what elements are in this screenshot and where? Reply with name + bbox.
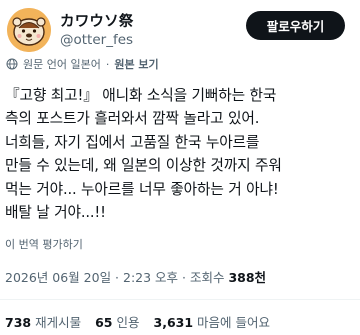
- follow-button[interactable]: 팔로우하기: [246, 11, 345, 40]
- post-text-line: 측의 포스트가 흘러와서 깜짝 놀라고 있어.: [5, 110, 260, 128]
- reposts-stat[interactable]: 738 재게시물: [5, 315, 81, 330]
- user-handle[interactable]: @otter_fes: [60, 32, 133, 48]
- display-name[interactable]: カワウソ祭: [60, 10, 134, 31]
- rate-translation-link[interactable]: 이 번역 평가하기: [5, 236, 83, 252]
- post-text-line: 『고향 최고!』 애니화 소식을 기뻐하는 한국: [5, 87, 277, 104]
- quotes-count: 65: [95, 315, 113, 330]
- divider: [0, 299, 360, 300]
- post-text: 『고향 최고!』 애니화 소식을 기뻐하는 한국 측의 포스트가 흘러와서 깜짝…: [5, 84, 357, 224]
- post-text-line: 먹는 거야... 누아르를 너무 좋아하는 거 아냐!: [5, 180, 279, 198]
- post-detail: カワウソ祭 @otter_fes 팔로우하기 원문 언어 일본어 · 원본 보기…: [0, 0, 360, 335]
- post-text-line: 배탈 날 거야...!!: [5, 204, 106, 222]
- original-language-label: 원문 언어 일본어: [23, 58, 101, 71]
- likes-count: 3,631: [153, 315, 194, 330]
- globe-icon: [6, 58, 18, 70]
- engagement-stats: 738 재게시물 65 인용 3,631 마음에 들어요: [5, 312, 280, 331]
- reposts-count: 738: [5, 315, 32, 330]
- views-count: 388천: [228, 270, 267, 285]
- otter-avatar-icon: [7, 8, 51, 52]
- reposts-label: 재게시물: [35, 315, 82, 330]
- likes-stat[interactable]: 3,631 마음에 들어요: [154, 315, 271, 330]
- translation-info: 원문 언어 일본어 · 원본 보기: [6, 55, 159, 73]
- post-text-line: 너희들, 자기 집에서 고품질 한국 누아르를: [5, 133, 260, 151]
- separator-dot: ·: [105, 57, 110, 71]
- views-label: · 조회수: [182, 270, 225, 285]
- post-timestamp[interactable]: 2026년 06월 20일 · 2:23 오후: [5, 270, 178, 285]
- post-text-line: 만들 수 있는데, 왜 일본의 이상한 것까지 주워: [5, 157, 282, 175]
- quotes-stat[interactable]: 65 인용: [95, 315, 139, 330]
- avatar[interactable]: [7, 8, 51, 52]
- post-meta: 2026년 06월 20일 · 2:23 오후 · 조회수 388천: [5, 267, 266, 286]
- likes-label: 마음에 들어요: [197, 315, 271, 330]
- show-original-link[interactable]: 원본 보기: [114, 56, 158, 72]
- quotes-label: 인용: [116, 315, 140, 330]
